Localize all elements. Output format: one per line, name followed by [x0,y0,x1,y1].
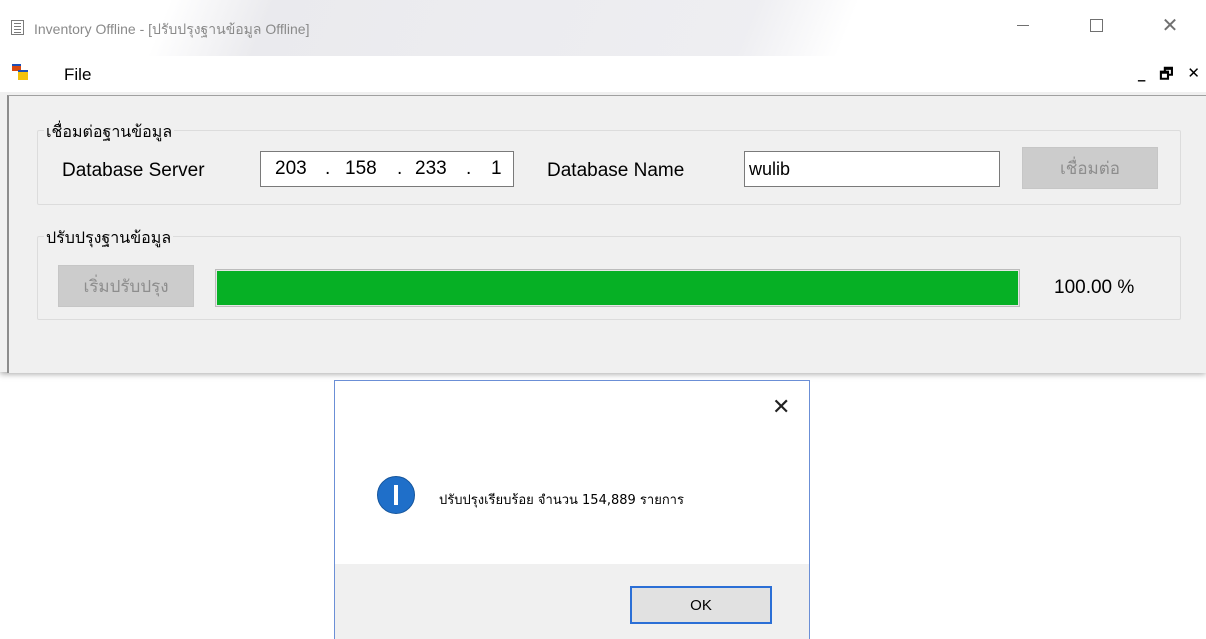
info-icon [377,476,415,514]
ip-dot-2: . [397,158,403,179]
ip-octet-1[interactable]: 203 [275,152,307,186]
message-box-dialog: ✕ ปรับปรุงเรียบร้อย จำนวน 154,889 รายการ… [334,380,810,639]
progress-percent-label: 100.00 % [1054,277,1135,298]
window-maximize-button[interactable] [1073,10,1119,40]
close-icon: ✕ [772,395,791,420]
mdi-minimize-icon[interactable]: _ [1138,64,1146,89]
ok-button[interactable]: OK [630,586,772,624]
mdi-window-icon[interactable] [12,64,28,80]
maximize-icon [1089,18,1103,32]
minimize-icon [1017,24,1029,26]
connect-button[interactable]: เชื่อมต่อ [1022,147,1158,189]
ip-octet-3[interactable]: 233 [415,152,447,186]
start-update-button[interactable]: เริ่มปรับปรุง [58,265,194,307]
mdi-close-icon[interactable]: ✕ [1187,64,1200,89]
ip-octet-2[interactable]: 158 [345,152,377,186]
mdi-child-client-area: เชื่อมต่อฐานข้อมูล Database Server 203 .… [7,95,1206,373]
menu-file[interactable]: File [58,63,97,87]
window-close-button[interactable]: ✕ [1147,10,1193,40]
mdi-child-controls: _ 🗗 ✕ [1138,64,1200,89]
app-document-icon[interactable] [11,20,24,35]
message-box-close-button[interactable]: ✕ [772,395,790,420]
ip-octet-4[interactable]: 1 [491,152,502,186]
main-window: Inventory Offline - [ปรับปรุงฐานข้อมูล O… [0,0,1206,373]
ip-dot-3: . [466,158,472,179]
close-icon: ✕ [1161,13,1179,37]
database-name-input[interactable]: wulib [744,151,1000,187]
connection-group-legend: เชื่อมต่อฐานข้อมูล [44,120,175,145]
message-box-footer: OK [335,564,809,639]
update-progress-bar [215,269,1020,307]
ip-dot-1: . [325,158,331,179]
message-box-text: ปรับปรุงเรียบร้อย จำนวน 154,889 รายการ [439,493,684,508]
update-group-legend: ปรับปรุงฐานข้อมูล [44,226,174,251]
window-minimize-button[interactable] [1000,10,1046,40]
mdi-restore-icon[interactable]: 🗗 [1159,64,1173,89]
database-server-ip-input[interactable]: 203 . 158 . 233 . 1 [260,151,514,187]
title-bar[interactable]: Inventory Offline - [ปรับปรุงฐานข้อมูล O… [0,0,1206,56]
connection-groupbox: เชื่อมต่อฐานข้อมูล Database Server 203 .… [37,120,1181,205]
menu-bar: File _ 🗗 ✕ [0,56,1206,92]
window-title: Inventory Offline - [ปรับปรุงฐานข้อมูล O… [34,21,310,37]
database-name-label: Database Name [547,160,685,181]
database-server-label: Database Server [62,160,205,181]
update-groupbox: ปรับปรุงฐานข้อมูล เริ่มปรับปรุง 100.00 % [37,226,1181,320]
update-progress-fill [217,271,1018,305]
